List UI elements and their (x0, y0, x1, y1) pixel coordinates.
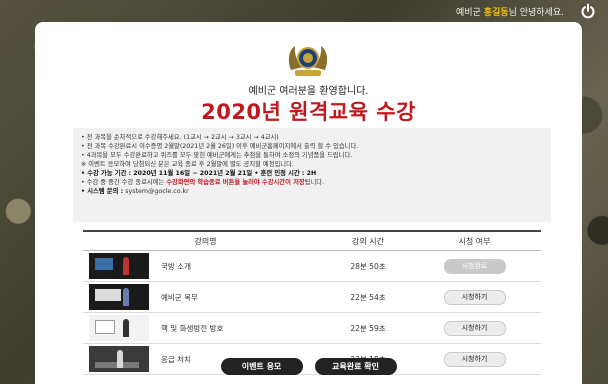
top-bar: 예비군 홍길동님 안녕하세요. (0, 0, 608, 22)
notice-text: 됩니다. (304, 179, 325, 186)
event-entry-button[interactable]: 이벤트 응모 (220, 358, 303, 375)
lecture-time: 22분 59초 (350, 323, 386, 333)
table-row: 핵 및 화생방전 방호 22분 59초 시청하기 (83, 313, 541, 344)
user-greeting: 예비군 홍길동님 안녕하세요. (456, 5, 564, 18)
notice-line: • 4과목을 모두 수강완료하고 퀴즈를 모두 맞힌 예비군에게는 추첨을 통하… (81, 152, 353, 159)
lecture-time: 22분 54초 (350, 292, 386, 302)
col-watch-status: 시청 여부 (458, 236, 491, 246)
notice-text: • 수강 중 중간 수강 종료시에는 (81, 179, 167, 186)
status-cell: 시청완료 (408, 258, 541, 274)
lecture-thumbnail[interactable] (89, 315, 149, 341)
lecture-thumbnail[interactable] (89, 253, 149, 279)
watched-badge: 시청완료 (443, 258, 506, 274)
notice-line: • 수강 가능 기간 : 2020년 11월 16일 ~ 2021년 2월 21… (81, 170, 317, 177)
table-row: 국방 소개 28분 50초 시청완료 (83, 251, 541, 282)
contact-email[interactable]: system@gocle.co.kr (125, 188, 188, 195)
lecture-time: 28분 50초 (350, 261, 386, 271)
notice-line: ※ 이벤트 응모하여 당첨되신 분은 교육 종료 후 2월말에 별도 공지할 예… (81, 161, 294, 168)
notice-label: • 시스템 문의 : (81, 188, 126, 195)
lecture-cell: 예비군 복무 (83, 284, 328, 310)
notice-line: • 전 과목 수강완료시 이수증명 2월말(2021년 2월 26일) 이후 예… (81, 143, 359, 150)
main-panel: 예비군 여러분을 환영합니다. 2020년 원격교육 수강 • 전 과목을 순차… (35, 22, 582, 384)
lecture-name: 예비군 복무 (161, 292, 198, 302)
notice-box: • 전 과목을 순차적으로 수강해주세요. (1교시 → 2교시 → 3교시 →… (73, 128, 551, 222)
notice-highlight: 수강화면의 학습종료 버튼을 눌러야 수강시간이 저장 (166, 179, 305, 186)
page-title: 2020년 원격교육 수강 (201, 100, 416, 124)
greeting-prefix: 예비군 (456, 8, 484, 18)
watch-button[interactable]: 시청하기 (443, 289, 506, 305)
bottom-actions: 이벤트 응모 교육완료 확인 (35, 358, 582, 375)
lecture-name: 국방 소개 (161, 261, 191, 271)
lecture-table: 강의명 강의 시간 시청 여부 국방 소개 28분 50초 시청완료 예비군 복… (83, 230, 541, 375)
lecture-cell: 국방 소개 (83, 253, 328, 279)
col-lecture-time: 강의 시간 (352, 236, 384, 246)
army-emblem-icon (285, 40, 331, 80)
table-header: 강의명 강의 시간 시청 여부 (83, 230, 541, 251)
power-icon[interactable] (580, 3, 596, 19)
user-name: 홍길동 (483, 8, 509, 18)
completion-check-button[interactable]: 교육완료 확인 (314, 358, 397, 375)
status-cell: 시청하기 (408, 289, 541, 305)
status-cell: 시청하기 (408, 320, 541, 336)
greeting-suffix: 님 안녕하세요. (508, 8, 564, 18)
lecture-name: 핵 및 화생방전 방호 (161, 323, 224, 333)
col-lecture-name: 강의명 (194, 236, 217, 246)
lecture-thumbnail[interactable] (89, 284, 149, 310)
notice-line: • 시스템 문의 : system@gocle.co.kr (81, 187, 543, 196)
lecture-cell: 핵 및 화생방전 방호 (83, 315, 328, 341)
watch-button[interactable]: 시청하기 (443, 320, 506, 336)
welcome-text: 예비군 여러분을 환영합니다. (248, 86, 369, 97)
table-row: 예비군 복무 22분 54초 시청하기 (83, 282, 541, 313)
notice-line: • 수강 중 중간 수강 종료시에는 수강화면의 학습종료 버튼을 눌러야 수강… (81, 178, 543, 187)
notice-line: • 전 과목을 순차적으로 수강해주세요. (1교시 → 2교시 → 3교시 →… (81, 134, 279, 141)
